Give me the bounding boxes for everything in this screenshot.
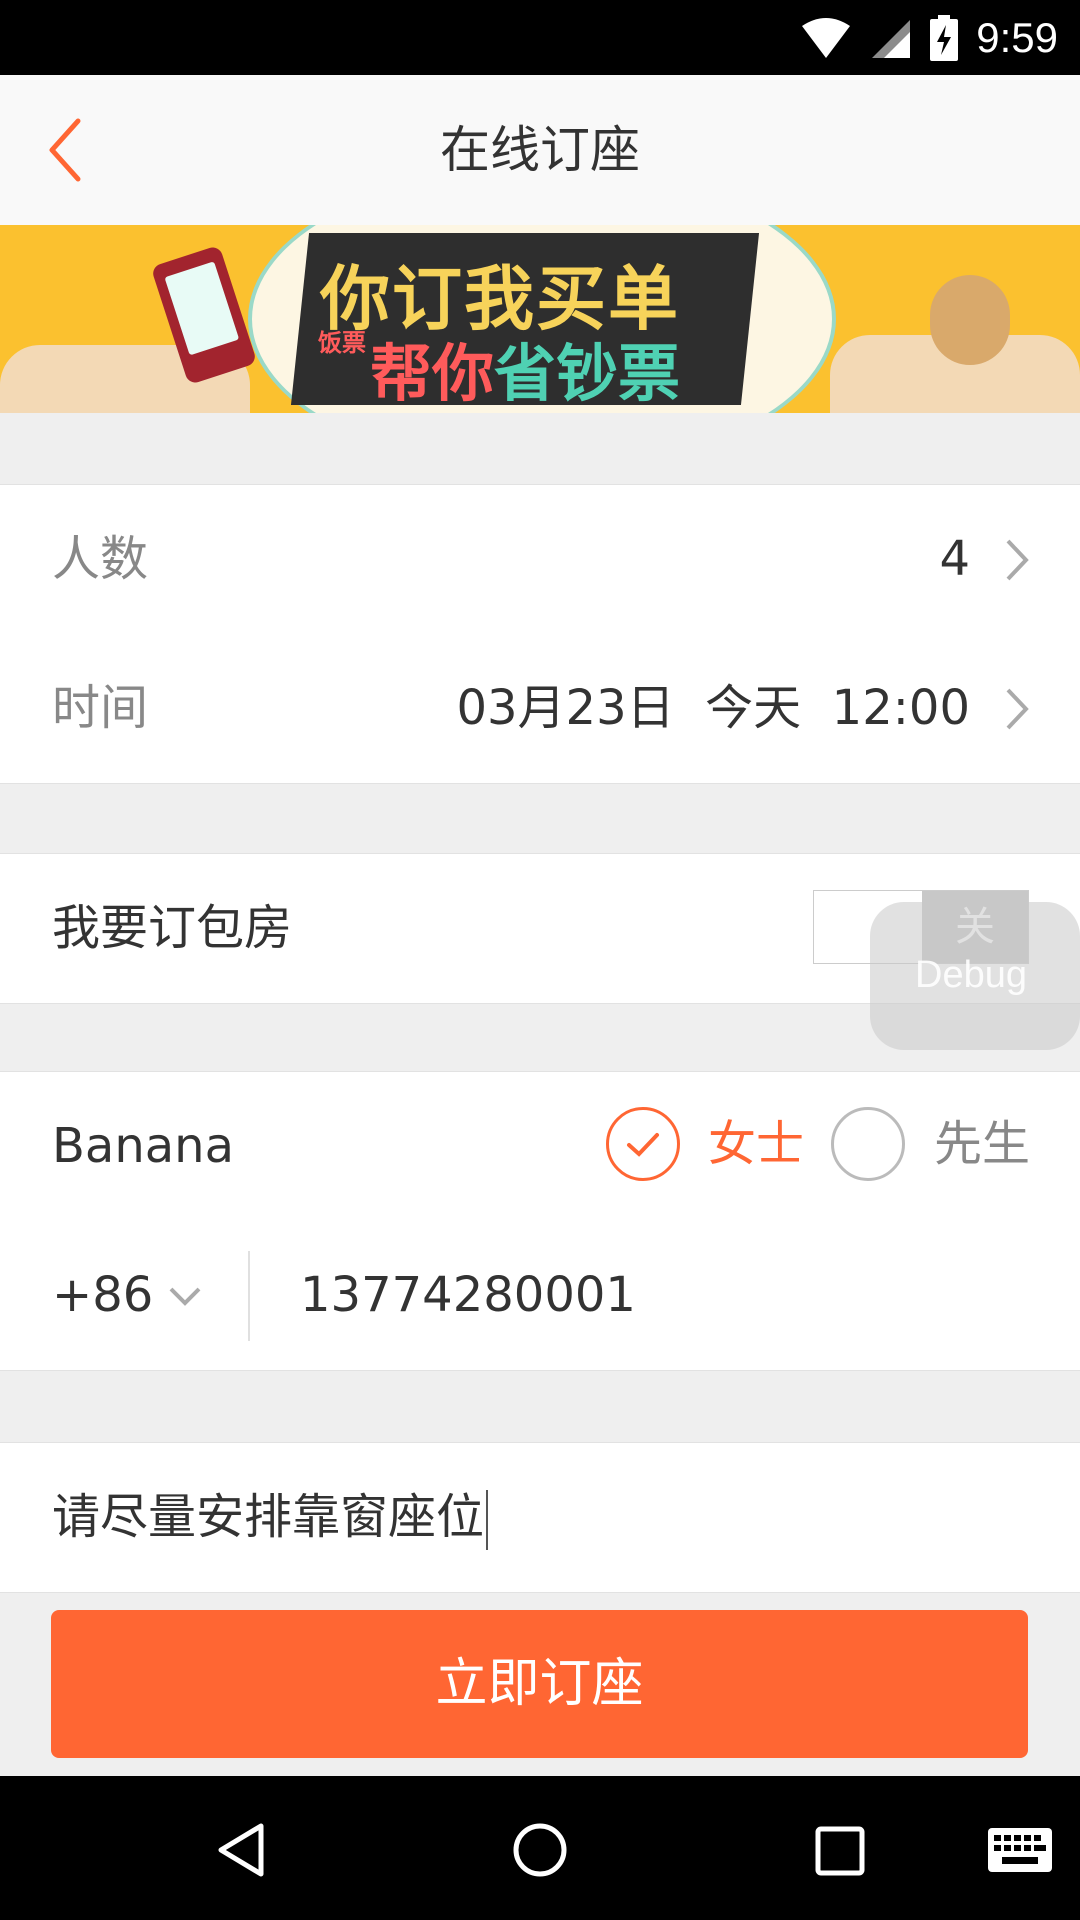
bread-icon — [930, 275, 1010, 365]
time-value: 03月23日 今天 12:00 — [456, 680, 970, 736]
male-label[interactable]: 先生 — [934, 1070, 1030, 1219]
time-row[interactable]: 时间 03月23日 今天 12:00 — [0, 634, 1080, 784]
remark-input[interactable]: 请尽量安排靠窗座位 — [52, 1443, 489, 1592]
app-header: 在线订座 — [0, 75, 1080, 226]
phone-input[interactable]: 13774280001 — [300, 1221, 636, 1370]
book-now-button[interactable]: 立即订座 — [51, 1610, 1028, 1758]
female-label[interactable]: 女士 — [708, 1070, 804, 1219]
people-value: 4 — [939, 531, 970, 587]
nav-recents-icon[interactable] — [815, 1826, 865, 1876]
people-row[interactable]: 人数 4 — [0, 484, 1080, 635]
debug-label: Debug — [915, 954, 1027, 996]
cellular-signal-icon — [872, 19, 911, 58]
banner-subline: 帮你省钞票 — [370, 337, 681, 410]
nav-back-icon[interactable] — [215, 1822, 267, 1878]
name-row: Banana — [0, 1071, 1080, 1222]
private-room-label: 我要订包房 — [52, 900, 293, 956]
time-label: 时间 — [52, 680, 149, 736]
clock: 9:59 — [976, 13, 1058, 61]
banner-tag: 饭票 — [318, 329, 366, 357]
status-bar: 9:59 — [0, 0, 1080, 75]
male-radio[interactable] — [831, 1107, 905, 1181]
wifi-icon — [802, 17, 851, 58]
nav-home-icon[interactable] — [512, 1822, 568, 1878]
battery-charging-icon — [930, 14, 959, 61]
chevron-down-icon[interactable] — [165, 1277, 205, 1317]
text-cursor — [486, 1490, 489, 1550]
navigation-bar — [0, 1776, 1080, 1920]
check-icon — [627, 1133, 659, 1157]
divider — [248, 1251, 250, 1341]
debug-overlay[interactable]: Debug — [870, 902, 1080, 1050]
chevron-right-icon — [1006, 688, 1029, 730]
country-code-select[interactable]: +86 — [52, 1221, 153, 1370]
page-title: 在线订座 — [440, 121, 640, 179]
phone-row: +86 13774280001 — [0, 1221, 1080, 1371]
keyboard-icon[interactable] — [988, 1828, 1052, 1872]
female-radio[interactable] — [606, 1107, 680, 1181]
chevron-right-icon — [1006, 539, 1029, 581]
remark-row: 请尽量安排靠窗座位 — [0, 1442, 1080, 1593]
people-label: 人数 — [52, 531, 149, 587]
name-input[interactable]: Banana — [52, 1072, 234, 1221]
promo-banner[interactable]: 你订我买单 饭票 帮你省钞票 — [0, 225, 1080, 413]
